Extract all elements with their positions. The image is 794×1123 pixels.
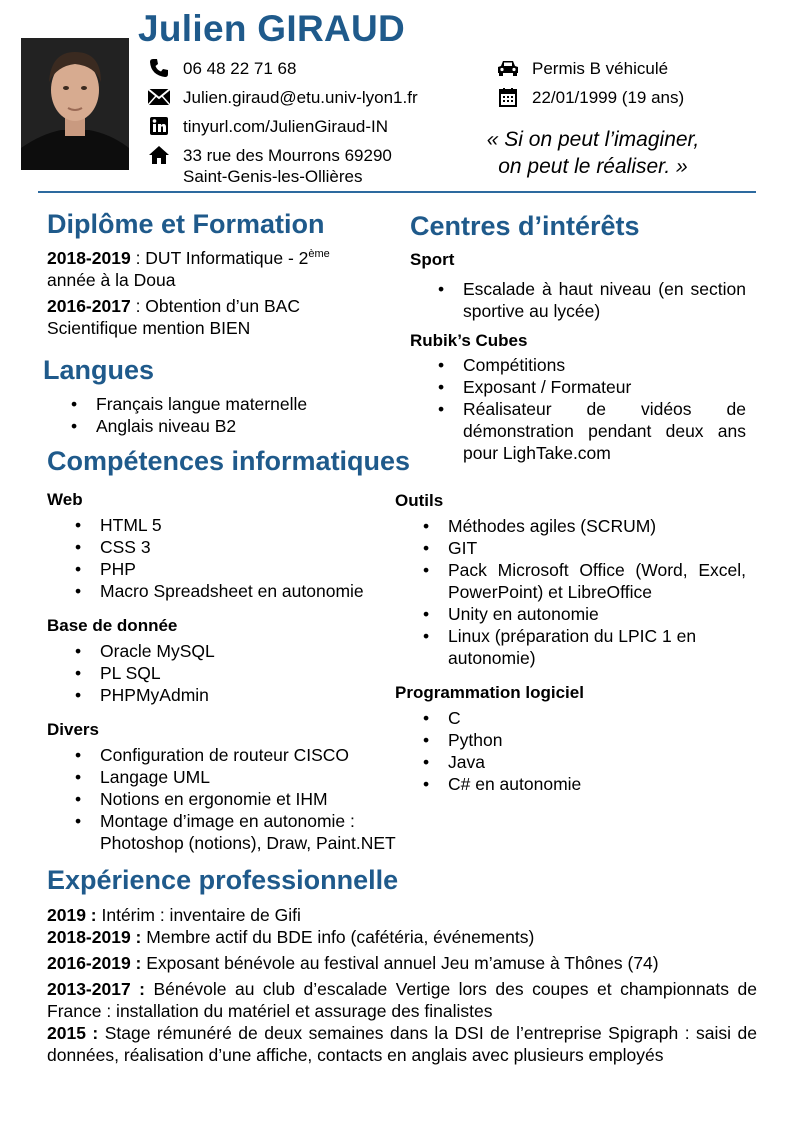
list-item: Oracle MySQL: [75, 640, 215, 662]
formation-year: 2018-2019: [47, 248, 131, 268]
experience-title: Expérience professionnelle: [47, 865, 399, 895]
list-item: Réalisateur de vidéos de démonstration p…: [438, 398, 746, 464]
contact-list-right: Permis B véhiculé 22/01/1999 (19 ans): [496, 58, 684, 108]
experience-year: 2018-2019 :: [47, 927, 142, 947]
list-item: Compétitions: [438, 354, 746, 376]
skills-divers: Divers Configuration de routeur CISCO La…: [47, 719, 396, 854]
contact-address: 33 rue des Mourrons 69290 Saint-Genis-le…: [147, 145, 418, 187]
list-item: Langage UML: [75, 766, 396, 788]
rubik-title: Rubik’s Cubes: [410, 331, 528, 350]
birth-date-text: 22/01/1999 (19 ans): [532, 88, 685, 107]
section-formation: Diplôme et Formation 2018-2019 : DUT Inf…: [47, 208, 387, 339]
list-item: Montage d’image en autonomie :Photoshop …: [75, 810, 396, 854]
section-langues: Langues Français langue maternelle Angla…: [43, 354, 307, 437]
list-item: Français langue maternelle: [71, 393, 307, 415]
experience-year: 2019 :: [47, 905, 97, 925]
formation-entry: 2016-2017 : Obtention d’un BAC Scientifi…: [47, 296, 300, 338]
list-item: PL SQL: [75, 662, 215, 684]
contact-email: Julien.giraud@etu.univ-lyon1.fr: [147, 87, 418, 108]
profile-photo: [21, 38, 129, 170]
list-item: Escalade à haut niveau (en section sport…: [438, 278, 746, 322]
phone-icon: [147, 58, 171, 78]
list-item: Linux (préparation du LPIC 1 en autonomi…: [423, 625, 746, 669]
calendar-icon: [496, 87, 520, 107]
langues-list: Français langue maternelle Anglais nivea…: [71, 393, 307, 437]
portrait-image: [21, 38, 129, 170]
home-icon: [147, 145, 171, 165]
web-list: HTML 5 CSS 3 PHP Macro Spreadsheet en au…: [75, 514, 364, 602]
list-item: Méthodes agiles (SCRUM): [423, 515, 746, 537]
sport-list: Escalade à haut niveau (en section sport…: [438, 278, 746, 322]
list-item: PHP: [75, 558, 364, 580]
experience-entry: 2019 : Intérim : inventaire de Gifi: [47, 905, 301, 925]
list-item: C: [423, 707, 584, 729]
list-item: Python: [423, 729, 584, 751]
formation-title: Diplôme et Formation: [47, 209, 325, 239]
list-item: C# en autonomie: [423, 773, 584, 795]
interets-title: Centres d’intérêts: [410, 211, 640, 241]
email-address[interactable]: Julien.giraud@etu.univ-lyon1.fr: [183, 87, 418, 108]
outils-title: Outils: [395, 491, 444, 510]
address-line-1: 33 rue des Mourrons 69290: [183, 146, 392, 165]
divers-list: Configuration de routeur CISCO Langage U…: [75, 744, 396, 854]
header-divider: [38, 191, 756, 193]
contact-phone: 06 48 22 71 68: [147, 58, 418, 79]
section-experience: Expérience professionnelle 2019 : Intéri…: [47, 864, 757, 1066]
experience-year: 2013-2017 :: [47, 979, 146, 999]
licence-text: Permis B véhiculé: [532, 59, 669, 78]
driving-licence: Permis B véhiculé: [496, 58, 684, 79]
divers-title: Divers: [47, 720, 99, 739]
birth-date: 22/01/1999 (19 ans): [496, 87, 684, 108]
skills-outils: Outils Méthodes agiles (SCRUM) GIT Pack …: [395, 490, 746, 669]
experience-year: 2016-2019 :: [47, 953, 142, 973]
list-item: PHPMyAdmin: [75, 684, 215, 706]
list-item: GIT: [423, 537, 746, 559]
sport-title: Sport: [410, 250, 455, 269]
experience-entry: 2013-2017 : Bénévole au club d’escalade …: [47, 979, 757, 1021]
experience-year: 2015 :: [47, 1023, 99, 1043]
contact-linkedin: tinyurl.com/JulienGiraud-IN: [147, 116, 418, 137]
quote-line-2: on peut le réaliser. »: [498, 155, 688, 178]
list-item: Exposant / Formateur: [438, 376, 746, 398]
linkedin-url[interactable]: tinyurl.com/JulienGiraud-IN: [183, 116, 388, 137]
list-item: Anglais niveau B2: [71, 415, 307, 437]
list-item: Configuration de routeur CISCO: [75, 744, 396, 766]
experience-entry: 2018-2019 : Membre actif du BDE info (ca…: [47, 927, 535, 947]
database-list: Oracle MySQL PL SQL PHPMyAdmin: [75, 640, 215, 706]
quote-line-1: « Si on peut l’imaginer,: [486, 128, 700, 151]
motto-quote: « Si on peut l’imaginer, on peut le réal…: [458, 126, 728, 180]
formation-entry: 2018-2019 : DUT Informatique - 2ème anné…: [47, 248, 330, 290]
skills-web: Web HTML 5 CSS 3 PHP Macro Spreadsheet e…: [47, 489, 364, 602]
langues-title: Langues: [43, 355, 155, 385]
section-competences: Compétences informatiques: [47, 445, 410, 477]
web-title: Web: [47, 490, 83, 509]
list-item: CSS 3: [75, 536, 364, 558]
formation-year: 2016-2017: [47, 296, 131, 316]
list-item: Pack Microsoft Office (Word, Excel, Powe…: [423, 559, 746, 603]
list-item: HTML 5: [75, 514, 364, 536]
rubik-list: Compétitions Exposant / Formateur Réalis…: [438, 354, 746, 464]
programmation-title: Programmation logiciel: [395, 683, 584, 702]
list-item: Java: [423, 751, 584, 773]
experience-entry: 2016-2019 : Exposant bénévole au festiva…: [47, 953, 659, 973]
phone-number[interactable]: 06 48 22 71 68: [183, 58, 296, 79]
address-line-2: Saint-Genis-les-Ollières: [183, 167, 363, 186]
person-name: Julien GIRAUD: [138, 8, 406, 49]
list-item: Unity en autonomie: [423, 603, 746, 625]
contact-list: 06 48 22 71 68 Julien.giraud@etu.univ-ly…: [147, 58, 418, 187]
competences-title: Compétences informatiques: [47, 446, 411, 476]
list-item: Macro Spreadsheet en autonomie: [75, 580, 364, 602]
list-item: Notions en ergonomie et IHM: [75, 788, 396, 810]
skills-database: Base de donnée Oracle MySQL PL SQL PHPMy…: [47, 615, 215, 706]
programmation-list: C Python Java C# en autonomie: [423, 707, 584, 795]
section-interets: Centres d’intérêts Sport Escalade à haut…: [410, 210, 746, 464]
experience-entry: 2015 : Stage rémunéré de deux semaines d…: [47, 1023, 757, 1065]
envelope-icon: [147, 87, 171, 107]
car-icon: [496, 58, 520, 78]
skills-programmation: Programmation logiciel C Python Java C# …: [395, 682, 584, 795]
linkedin-icon: [147, 116, 171, 136]
outils-list: Méthodes agiles (SCRUM) GIT Pack Microso…: [423, 515, 746, 669]
database-title: Base de donnée: [47, 616, 178, 635]
